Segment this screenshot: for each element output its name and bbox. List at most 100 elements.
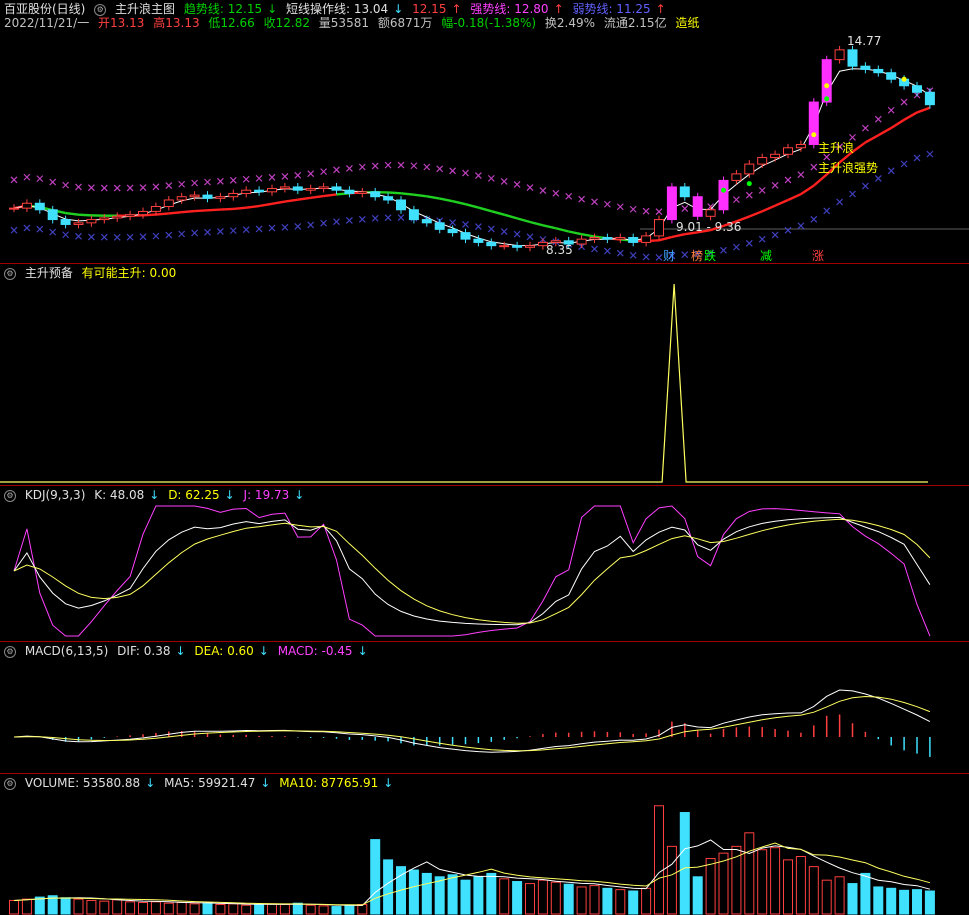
trend-line (800, 184, 815, 196)
marker-rise[interactable]: 涨 (811, 249, 825, 263)
band-marker (255, 174, 263, 182)
marker-reduce[interactable]: 减 (759, 249, 773, 263)
signal-dot (811, 132, 817, 138)
macd-panel[interactable]: ⚙ MACD(6,13,5) DIF: 0.38 ↓ DEA: 0.60 ↓ MAC… (0, 642, 969, 773)
candle-body (47, 209, 58, 221)
band-marker (36, 225, 44, 233)
candle-body (370, 191, 381, 198)
candle-body (254, 189, 265, 193)
macd-dif-line (13, 689, 931, 753)
band-marker (616, 203, 624, 211)
volume-bar (783, 859, 793, 915)
candle-body (344, 189, 355, 194)
volume-bar (86, 899, 97, 915)
candle-body (744, 163, 755, 175)
band-marker (204, 228, 211, 236)
trend-line (478, 206, 492, 213)
volume-panel[interactable]: ⚙ VOLUME: 53580.88 ↓ MA5: 59921.47 ↓ MA10:… (0, 774, 969, 915)
volume-bar (34, 896, 45, 915)
volume-chart[interactable] (0, 774, 969, 915)
candle-body (589, 237, 600, 240)
trend-line (310, 194, 324, 200)
band-marker (758, 235, 766, 243)
pre-signal-chart[interactable] (0, 264, 969, 485)
band-marker (526, 184, 534, 191)
band-marker (23, 224, 31, 232)
band-marker (281, 223, 289, 231)
trend-line (671, 232, 686, 239)
trend-line (568, 230, 582, 236)
volume-bar (757, 849, 768, 915)
candle-body (628, 237, 639, 243)
macd-chart[interactable] (0, 642, 969, 773)
band-marker (565, 192, 573, 200)
volume-bar (899, 889, 910, 915)
volume-bar (241, 904, 252, 915)
band-marker (771, 231, 779, 239)
band-marker (10, 176, 18, 184)
marker-ranking[interactable]: 榜 (690, 249, 704, 263)
band-marker (591, 198, 598, 206)
candle-body (267, 188, 277, 193)
band-marker (397, 161, 405, 169)
band-marker (849, 133, 856, 141)
kdj-panel[interactable]: ⚙ KDJ(9,3,3) K: 48.08 ↓ D: 62.25 ↓ J: 19.7… (0, 486, 969, 641)
main-chart-panel[interactable]: 百亚股份(日线) ⚙ 主升浪主图 趋势线: 12.15 ↓ 短线操作线: 13.0… (0, 0, 969, 263)
candle-body (383, 196, 394, 201)
macd-dea-line (13, 695, 931, 752)
pre-signal-line (0, 283, 928, 483)
signal-dot (901, 76, 907, 82)
candle-body (163, 199, 174, 208)
band-marker (603, 247, 611, 255)
range-label: 9.01 - 9.36 (676, 220, 742, 234)
trend-line (864, 134, 879, 144)
trend-line (388, 191, 402, 195)
band-marker (874, 175, 882, 182)
volume-bar (421, 872, 432, 915)
volume-bar (770, 847, 781, 915)
candle-body (215, 196, 226, 199)
band-marker (629, 205, 637, 213)
volume-bar (628, 890, 639, 915)
band-marker (242, 175, 250, 183)
pre-signal-panel[interactable]: ⚙ 主升预备 有可能主升: 0.00 (0, 264, 969, 485)
band-marker (242, 226, 250, 234)
candle-body (318, 186, 329, 190)
volume-bar (795, 856, 806, 915)
band-marker (810, 215, 818, 223)
trend-line (490, 210, 505, 216)
volume-bar (563, 883, 574, 915)
band-marker (281, 172, 289, 180)
band-marker (165, 182, 173, 189)
kdj-chart[interactable] (0, 486, 969, 641)
signal-dot (721, 187, 726, 193)
trend-line (258, 202, 273, 208)
trend-line (529, 220, 544, 227)
band-marker (539, 187, 547, 194)
band-marker (126, 184, 134, 192)
band-marker (255, 225, 263, 233)
candle-body (512, 245, 523, 248)
candlestick-chart[interactable] (0, 0, 969, 263)
volume-bar (331, 906, 342, 915)
marker-finance[interactable]: 财 (662, 249, 676, 263)
high-price-label: 14.77 (847, 34, 882, 48)
band-marker (216, 177, 224, 185)
trend-line (181, 209, 195, 214)
band-marker (861, 182, 869, 190)
trend-line (516, 217, 531, 224)
candle-body (473, 238, 484, 243)
volume-bar (873, 886, 884, 915)
band-marker (268, 173, 276, 181)
candle-body (292, 186, 303, 191)
volume-bar (808, 866, 819, 915)
candle-body (486, 241, 497, 247)
band-marker (900, 98, 908, 106)
band-marker (268, 224, 276, 232)
band-marker (797, 171, 805, 179)
marker-fall[interactable]: 跌 (703, 249, 717, 263)
candle-body (834, 49, 845, 61)
band-marker (371, 162, 379, 170)
band-marker (75, 183, 82, 191)
band-marker (474, 172, 482, 179)
